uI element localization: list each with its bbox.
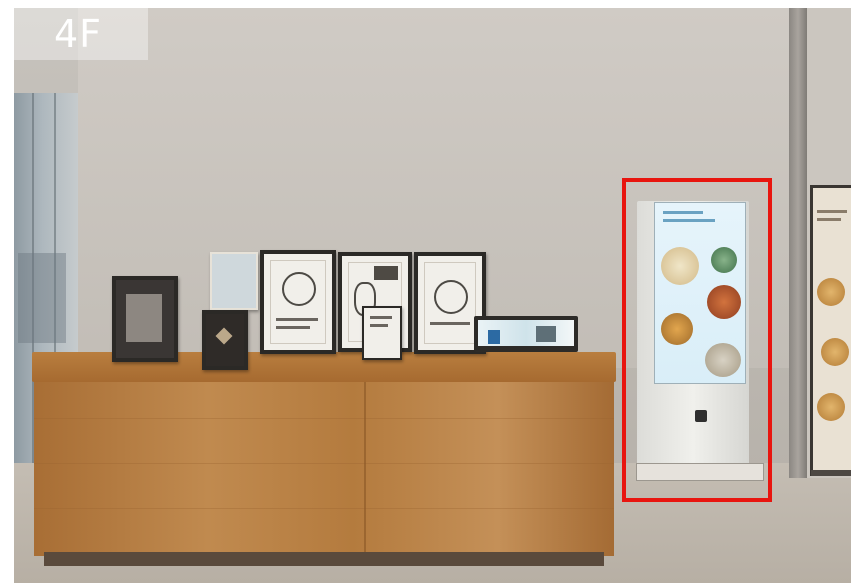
floor-label: 4F xyxy=(54,12,103,56)
frame-photo xyxy=(126,294,162,342)
emblem-icon xyxy=(215,327,233,345)
standee-text-line xyxy=(817,210,847,213)
metal-pillar xyxy=(789,8,807,478)
poster-frame xyxy=(260,250,336,354)
black-card xyxy=(202,310,248,370)
counter-base xyxy=(44,552,604,566)
food-image xyxy=(821,338,849,366)
person-image xyxy=(488,330,500,344)
small-poster xyxy=(362,306,402,360)
circle-doodle-icon xyxy=(434,280,468,314)
food-image xyxy=(817,278,845,306)
screen-graphic xyxy=(536,326,556,342)
counter-seam xyxy=(364,376,366,556)
menu-standee xyxy=(810,185,851,476)
highlight-box xyxy=(622,178,772,502)
wood-grain xyxy=(34,463,614,464)
standee-text-line xyxy=(817,218,841,221)
food-image xyxy=(817,393,845,421)
wooden-counter xyxy=(34,376,614,556)
poster-text-line xyxy=(276,326,310,329)
poster-heading xyxy=(374,266,398,280)
wood-grain xyxy=(34,508,614,509)
poster-text-line xyxy=(370,316,392,319)
bar-display xyxy=(474,316,578,352)
small-frame xyxy=(210,252,258,310)
standee-base xyxy=(811,470,851,476)
wood-grain xyxy=(34,418,614,419)
poster-text-line xyxy=(276,318,318,321)
screenshot-frame: 4F xyxy=(0,0,851,586)
box-doodle-icon xyxy=(282,272,316,306)
bar-display-screen xyxy=(478,320,574,346)
reflection xyxy=(18,253,66,343)
lobby-photo: 4F xyxy=(14,8,851,583)
poster-text-line xyxy=(430,322,470,325)
dark-frame xyxy=(112,276,178,362)
poster-text-line xyxy=(370,324,388,327)
